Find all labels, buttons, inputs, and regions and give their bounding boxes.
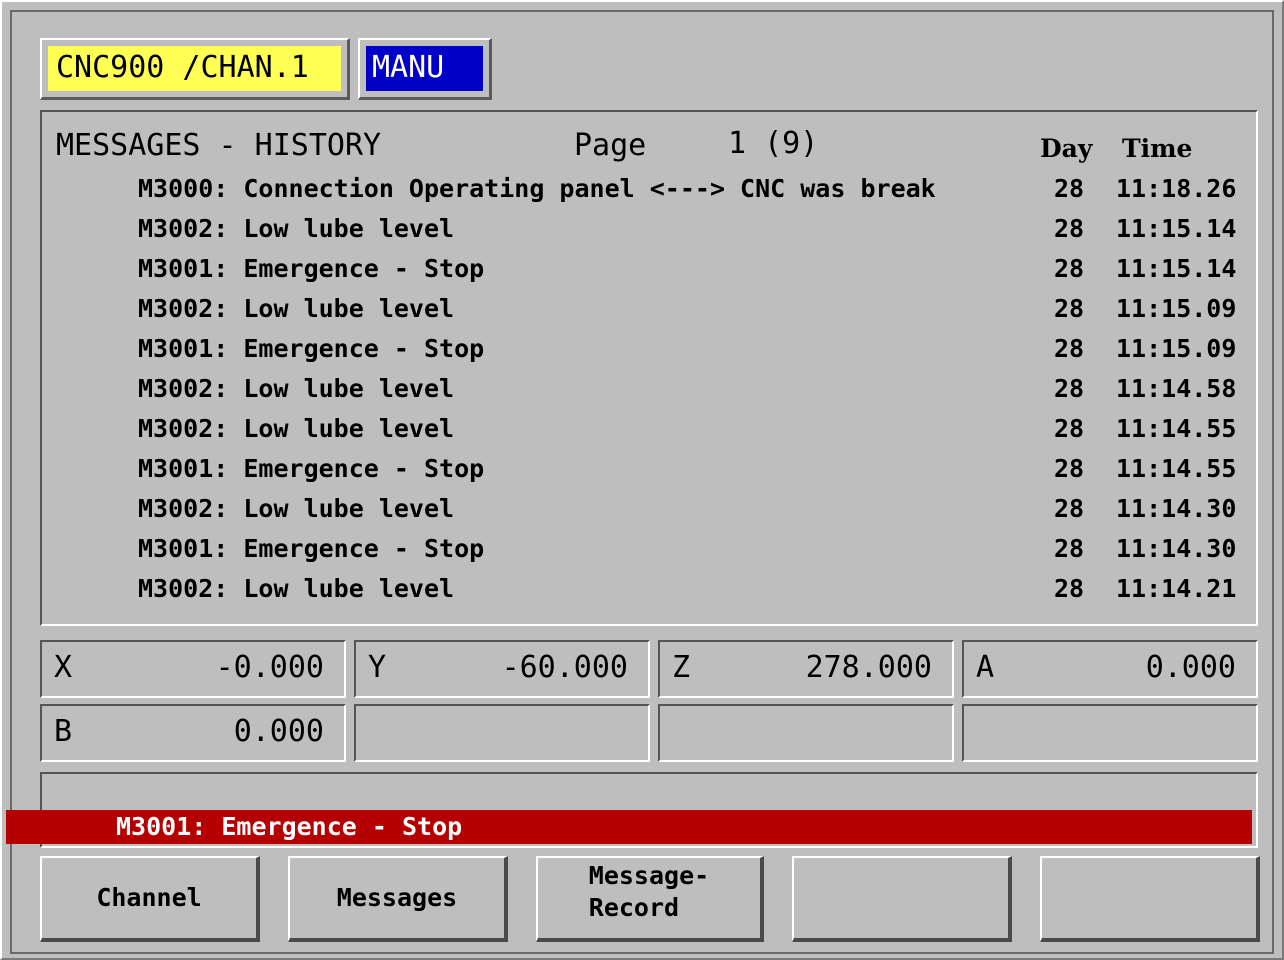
message-time: 11:15.09 bbox=[1116, 334, 1237, 363]
axis-empty-display bbox=[962, 704, 1258, 762]
message-time: 11:15.14 bbox=[1116, 254, 1237, 283]
message-time: 11:15.14 bbox=[1116, 214, 1237, 243]
message-day: 28 bbox=[1054, 574, 1085, 603]
message-text: M3001: Emergence - Stop bbox=[138, 334, 485, 363]
channel-indicator: CNC900 /CHAN.1 bbox=[40, 38, 350, 100]
cnc-screen: CNC900 /CHAN.1 MANU MESSAGES - HISTORY P… bbox=[0, 0, 1284, 960]
axis-label: X bbox=[54, 650, 73, 685]
message-text: M3002: Low lube level bbox=[138, 294, 455, 323]
message-day: 28 bbox=[1054, 254, 1085, 283]
message-time: 11:14.58 bbox=[1116, 374, 1237, 403]
message-day: 28 bbox=[1054, 454, 1085, 483]
softkey-message-record[interactable]: Message- Record bbox=[536, 856, 764, 942]
message-time: 11:14.55 bbox=[1116, 414, 1237, 443]
message-time: 11:14.21 bbox=[1116, 574, 1237, 603]
message-day: 28 bbox=[1054, 494, 1085, 523]
softkey-channel[interactable]: Channel bbox=[40, 856, 260, 942]
axis-value: -60.000 bbox=[501, 650, 628, 685]
axis-label: B bbox=[54, 714, 73, 749]
message-text: M3002: Low lube level bbox=[138, 414, 455, 443]
message-time: 11:15.09 bbox=[1116, 294, 1237, 323]
message-text: M3000: Connection Operating panel <---> … bbox=[138, 174, 936, 203]
softkey-label: Channel bbox=[96, 883, 202, 912]
message-text: M3002: Low lube level bbox=[138, 574, 455, 603]
softkey-messages[interactable]: Messages bbox=[288, 856, 508, 942]
message-day: 28 bbox=[1054, 294, 1085, 323]
message-text: M3001: Emergence - Stop bbox=[138, 254, 485, 283]
alarm-status-bar: M3001: Emergence - Stop bbox=[6, 810, 1252, 844]
axis-a-display: A 0.000 bbox=[962, 640, 1258, 698]
message-day: 28 bbox=[1054, 534, 1085, 563]
axis-empty-display bbox=[354, 704, 650, 762]
softkey-empty-4[interactable] bbox=[792, 856, 1012, 942]
page-label: Page bbox=[574, 128, 647, 163]
message-row[interactable]: M3002: Low lube level 28 11:14.55 bbox=[42, 410, 1256, 450]
message-row[interactable]: M3001: Emergence - Stop 28 11:14.55 bbox=[42, 450, 1256, 490]
axis-b-display: B 0.000 bbox=[40, 704, 346, 762]
message-row[interactable]: M3002: Low lube level 28 11:15.14 bbox=[42, 210, 1256, 250]
message-text: M3002: Low lube level bbox=[138, 214, 455, 243]
message-time: 11:14.30 bbox=[1116, 534, 1237, 563]
message-text: M3002: Low lube level bbox=[138, 374, 455, 403]
axis-z-display: Z 278.000 bbox=[658, 640, 954, 698]
axis-value: 0.000 bbox=[1145, 650, 1236, 685]
softkey-empty-5[interactable] bbox=[1040, 856, 1260, 942]
message-day: 28 bbox=[1054, 174, 1085, 203]
message-row[interactable]: M3002: Low lube level 28 11:14.30 bbox=[42, 490, 1256, 530]
axis-value: 0.000 bbox=[233, 714, 324, 749]
softkey-label: Messages bbox=[336, 883, 458, 912]
message-day: 28 bbox=[1054, 414, 1085, 443]
message-row[interactable]: M3002: Low lube level 28 11:15.09 bbox=[42, 290, 1256, 330]
axis-value: -0.000 bbox=[215, 650, 324, 685]
message-row[interactable]: M3001: Emergence - Stop 28 11:15.14 bbox=[42, 250, 1256, 290]
message-text: M3001: Emergence - Stop bbox=[138, 454, 485, 483]
mode-indicator: MANU bbox=[358, 38, 492, 100]
message-day: 28 bbox=[1054, 334, 1085, 363]
message-row[interactable]: M3002: Low lube level 28 11:14.58 bbox=[42, 370, 1256, 410]
axis-x-display: X -0.000 bbox=[40, 640, 346, 698]
channel-label: CNC900 /CHAN.1 bbox=[48, 46, 341, 91]
axis-empty-display bbox=[658, 704, 954, 762]
axis-label: Z bbox=[672, 650, 691, 685]
column-header-time: Time bbox=[1122, 134, 1193, 163]
mode-label: MANU bbox=[366, 46, 483, 91]
column-header-day: Day bbox=[1040, 134, 1093, 163]
axis-label: Y bbox=[368, 650, 387, 685]
message-time: 11:14.30 bbox=[1116, 494, 1237, 523]
message-row[interactable]: M3002: Low lube level 28 11:14.21 bbox=[42, 570, 1256, 610]
message-text: M3001: Emergence - Stop bbox=[138, 534, 485, 563]
message-row[interactable]: M3001: Emergence - Stop 28 11:15.09 bbox=[42, 330, 1256, 370]
messages-history-panel: MESSAGES - HISTORY Page 1 (9) Day Time M… bbox=[40, 110, 1258, 626]
axis-label: A bbox=[976, 650, 995, 685]
message-row[interactable]: M3001: Emergence - Stop 28 11:14.30 bbox=[42, 530, 1256, 570]
message-day: 28 bbox=[1054, 374, 1085, 403]
panel-title: MESSAGES - HISTORY bbox=[56, 128, 382, 163]
message-time: 11:14.55 bbox=[1116, 454, 1237, 483]
message-row[interactable]: M3000: Connection Operating panel <---> … bbox=[42, 170, 1256, 210]
message-text: M3002: Low lube level bbox=[138, 494, 455, 523]
message-day: 28 bbox=[1054, 214, 1085, 243]
softkey-label: Message- Record bbox=[588, 861, 710, 922]
axis-value: 278.000 bbox=[805, 650, 932, 685]
message-time: 11:18.26 bbox=[1116, 174, 1237, 203]
page-number: 1 (9) bbox=[728, 126, 819, 161]
axis-y-display: Y -60.000 bbox=[354, 640, 650, 698]
